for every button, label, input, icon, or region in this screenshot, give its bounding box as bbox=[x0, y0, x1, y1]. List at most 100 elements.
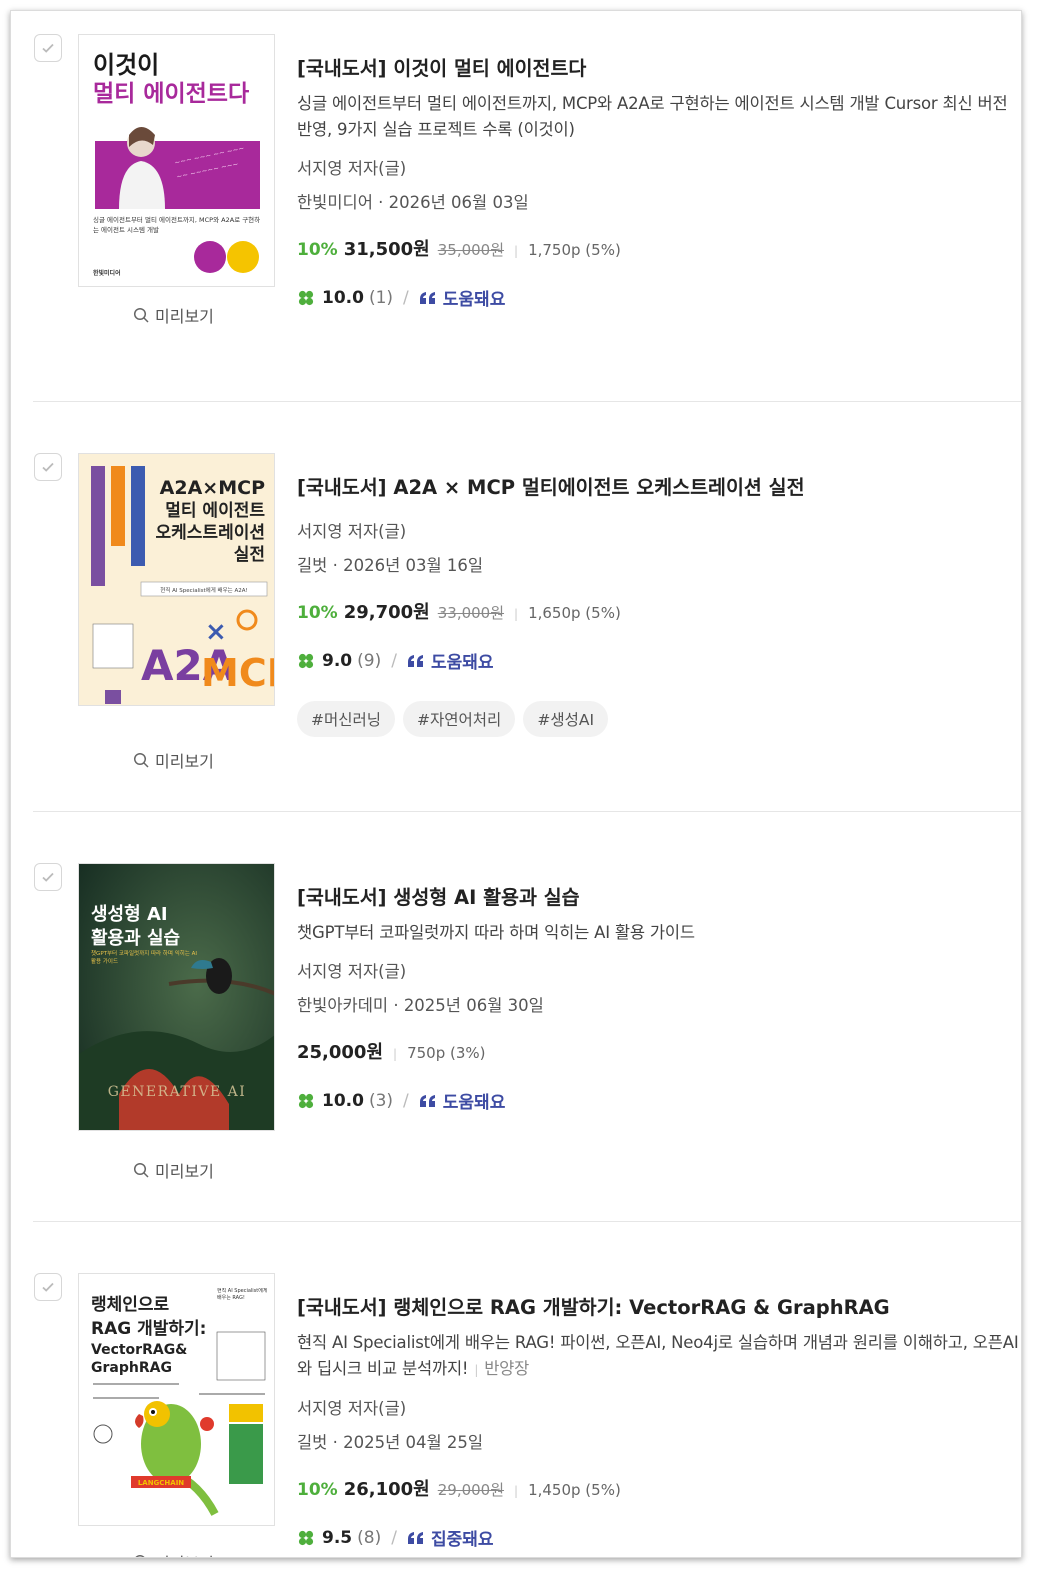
cover-title-1: A2A×MCP bbox=[160, 477, 265, 499]
check-icon bbox=[42, 872, 54, 882]
rating-row: 10.0 (1) / 도움돼요 bbox=[297, 285, 1019, 310]
divider: / bbox=[403, 287, 409, 308]
book-cover[interactable]: A2A×MCP 멀티 에이전트 오케스트레이션 실전 현직 AI Special… bbox=[78, 453, 275, 706]
preview-label: 미리보기 bbox=[155, 307, 214, 326]
cover-subtitle: 싱글 에이전트부터 멀티 에이전트까지, MCP와 A2A로 구현하는 에이전트… bbox=[93, 216, 261, 234]
price-row: 10% 26,100원 29,000원 | 1,450p (5%) bbox=[297, 1475, 1019, 1501]
preview-button[interactable]: 미리보기 bbox=[133, 1550, 214, 1557]
original-price: 29,000원 bbox=[437, 1481, 505, 1499]
book-description: 현직 AI Specialist에게 배우는 RAG! 파이썬, 오픈AI, N… bbox=[297, 1330, 1019, 1383]
original-price: 33,000원 bbox=[437, 604, 505, 622]
rating-row: 10.0 (3) / 도움돼요 bbox=[297, 1088, 1019, 1113]
cover-title-2: 멀티 에이전트다 bbox=[93, 81, 249, 107]
clover-icon bbox=[298, 1093, 314, 1108]
select-checkbox[interactable] bbox=[34, 1273, 62, 1301]
divider: / bbox=[391, 650, 397, 671]
tag-list: #머신러닝 #자연어처리 #생성AI bbox=[297, 701, 1019, 737]
quote-icon bbox=[407, 1531, 423, 1544]
quote-icon bbox=[419, 291, 435, 304]
price-row: 10% 31,500원 35,000원 | 1,750p (5%) bbox=[297, 235, 1019, 261]
price-row: 25,000원 | 750p (3%) bbox=[297, 1038, 1019, 1064]
rating-count: (3) bbox=[368, 1090, 394, 1111]
cover-title-2: RAG 개발하기: bbox=[91, 1319, 206, 1339]
divider: | bbox=[514, 1484, 519, 1498]
preview-button[interactable]: 미리보기 bbox=[133, 303, 214, 327]
book-description: 챗GPT부터 코파일럿까지 따라 하며 익히는 AI 활용 가이드 bbox=[297, 923, 695, 942]
preview-label: 미리보기 bbox=[155, 1550, 214, 1557]
cover-title-3: 오케스트레이션 bbox=[156, 523, 265, 543]
divider: / bbox=[391, 1527, 397, 1548]
divider: | bbox=[514, 244, 519, 258]
review-keyword[interactable]: 도움돼요 bbox=[443, 1088, 506, 1113]
reward-points: 1,450p (5%) bbox=[528, 1481, 621, 1499]
item-divider bbox=[33, 1221, 1021, 1222]
rating-score: 9.5 bbox=[322, 1527, 353, 1548]
tag-chip[interactable]: #자연어처리 bbox=[403, 701, 516, 737]
preview-label: 미리보기 bbox=[155, 1162, 214, 1181]
sale-price: 25,000원 bbox=[297, 1042, 384, 1063]
cover-side: 현직 AI Specialist에게 배우는 RAG! bbox=[217, 1288, 268, 1301]
clover-icon bbox=[298, 1530, 314, 1545]
search-icon bbox=[133, 1162, 149, 1178]
review-keyword[interactable]: 집중돼요 bbox=[431, 1525, 494, 1550]
clover-icon bbox=[298, 653, 314, 668]
rating-score: 10.0 bbox=[322, 287, 364, 308]
reward-points: 750p (3%) bbox=[407, 1044, 486, 1062]
book-publisher-date: 길벗 · 2025년 04월 25일 bbox=[297, 1433, 484, 1452]
reward-points: 1,650p (5%) bbox=[528, 604, 621, 622]
check-icon bbox=[42, 462, 54, 472]
svg-text:×: × bbox=[205, 617, 227, 647]
cover-bottom: GENERATIVE AI bbox=[108, 1084, 247, 1100]
select-checkbox[interactable] bbox=[34, 863, 62, 891]
book-title[interactable]: [국내도서] 이것이 멀티 에이전트다 bbox=[297, 55, 1019, 83]
search-icon bbox=[133, 752, 149, 768]
select-checkbox[interactable] bbox=[34, 34, 62, 62]
book-author[interactable]: 서지영 저자(글) bbox=[297, 1397, 1019, 1421]
book-author[interactable]: 서지영 저자(글) bbox=[297, 157, 1019, 181]
search-icon bbox=[133, 307, 149, 323]
book-title[interactable]: [국내도서] 생성형 AI 활용과 실습 bbox=[297, 884, 1019, 912]
preview-button[interactable]: 미리보기 bbox=[133, 1158, 214, 1182]
divider: | bbox=[393, 1047, 398, 1061]
sale-price: 26,100원 bbox=[343, 1479, 430, 1500]
book-cover[interactable]: 이것이 멀티 에이전트다 ~~~ ~~~ ~~ ~~~ ~~ ~~~~~ ~~~… bbox=[78, 34, 275, 287]
divider: | bbox=[514, 607, 519, 621]
rating-score: 9.0 bbox=[322, 650, 353, 671]
tag-chip[interactable]: #머신러닝 bbox=[297, 701, 396, 737]
book-author[interactable]: 서지영 저자(글) bbox=[297, 520, 1019, 544]
preview-button[interactable]: 미리보기 bbox=[133, 748, 214, 772]
cover-title-2: 멀티 에이전트 bbox=[165, 500, 265, 521]
cover-title-1: 랭체인으로 bbox=[91, 1295, 170, 1315]
divider: | bbox=[474, 1363, 479, 1377]
preview-label: 미리보기 bbox=[155, 752, 214, 771]
cover-strip: 현직 AI Specialist에게 배우는 A2A! bbox=[160, 586, 247, 594]
discount-rate: 10% bbox=[297, 240, 338, 260]
rating-count: (1) bbox=[368, 287, 394, 308]
discount-rate: 10% bbox=[297, 1480, 338, 1500]
cover-title-1: 생성형 AI bbox=[91, 904, 168, 925]
book-publisher-date: 길벗 · 2026년 03월 16일 bbox=[297, 556, 484, 575]
binding-type: 반양장 bbox=[484, 1359, 530, 1378]
book-author[interactable]: 서지영 저자(글) bbox=[297, 960, 1019, 984]
book-info: [국내도서] 이것이 멀티 에이전트다 싱글 에이전트부터 멀티 에이전트까지,… bbox=[297, 55, 1019, 310]
select-checkbox[interactable] bbox=[34, 453, 62, 481]
book-cover[interactable]: 랭체인으로 RAG 개발하기: VectorRAG& GraphRAG 현직 A… bbox=[78, 1273, 275, 1526]
review-keyword[interactable]: 도움돼요 bbox=[443, 285, 506, 310]
cover-title-4: GraphRAG bbox=[91, 1360, 172, 1376]
cover-publisher: 한빛미디어 bbox=[93, 269, 121, 277]
book-list: 이것이 멀티 에이전트다 ~~~ ~~~ ~~ ~~~ ~~ ~~~~~ ~~~… bbox=[10, 10, 1022, 1558]
cover-title-1: 이것이 bbox=[93, 51, 159, 79]
cover-title-3: VectorRAG& bbox=[91, 1342, 187, 1358]
cover-title-2: 활용과 실습 bbox=[91, 928, 180, 949]
clover-icon bbox=[298, 290, 314, 305]
quote-icon bbox=[419, 1094, 435, 1107]
review-keyword[interactable]: 도움돼요 bbox=[431, 648, 494, 673]
tag-chip[interactable]: #생성AI bbox=[523, 701, 609, 737]
book-title[interactable]: [국내도서] 랭체인으로 RAG 개발하기: VectorRAG & Graph… bbox=[297, 1294, 1019, 1322]
book-title[interactable]: [국내도서] A2A × MCP 멀티에이전트 오케스트레이션 실전 bbox=[297, 474, 1019, 502]
check-icon bbox=[42, 43, 54, 53]
book-publisher-date: 한빛아카데미 · 2025년 06월 30일 bbox=[297, 996, 544, 1015]
sale-price: 31,500원 bbox=[343, 239, 430, 260]
sale-price: 29,700원 bbox=[343, 602, 430, 623]
book-cover[interactable]: 생성형 AI 활용과 실습 챗GPT부터 코파일럿까지 따라 하며 익히는 AI… bbox=[78, 863, 275, 1131]
